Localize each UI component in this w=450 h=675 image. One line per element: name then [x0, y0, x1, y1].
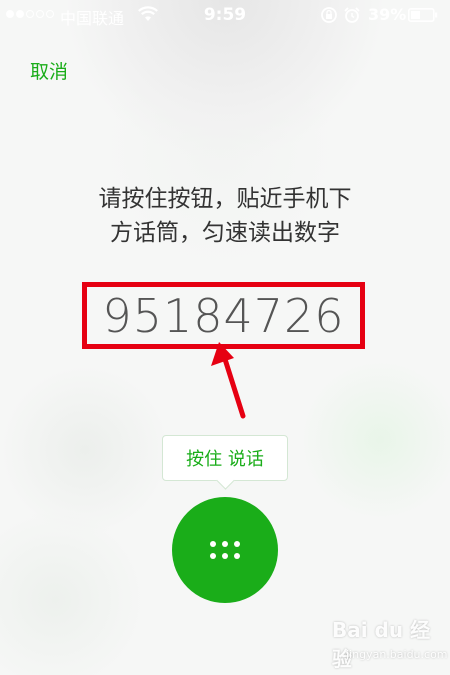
status-bar: 中国联通 9:59 39% — [0, 0, 450, 30]
watermark-logo: Bai du 经验 — [332, 618, 431, 671]
hold-to-talk-button[interactable] — [172, 497, 278, 603]
alarm-icon — [344, 7, 360, 23]
battery-icon — [408, 8, 438, 22]
instruction-line-1: 请按住按钮，贴近手机下 — [98, 186, 352, 212]
code-highlight-box: 95184726 — [82, 282, 365, 349]
hold-to-talk-tooltip: 按住 说话 — [162, 435, 288, 481]
annotation-arrow-icon — [211, 342, 246, 419]
instruction-text: 请按住按钮，贴近手机下 方话筒，匀速读出数字 — [0, 182, 450, 250]
watermark: Bai du 经验 jingyan.baidu.com — [320, 612, 450, 672]
cancel-button[interactable]: 取消 — [30, 57, 68, 84]
dots-grid-icon — [210, 541, 240, 559]
battery-percent: 39% — [368, 5, 407, 24]
instruction-line-2: 方话筒，匀速读出数字 — [110, 220, 340, 246]
tooltip-label: 按住 说话 — [186, 449, 264, 470]
watermark-url: jingyan.baidu.com — [346, 648, 448, 661]
rotation-lock-icon — [321, 7, 337, 23]
verification-code: 95184726 — [102, 288, 345, 343]
